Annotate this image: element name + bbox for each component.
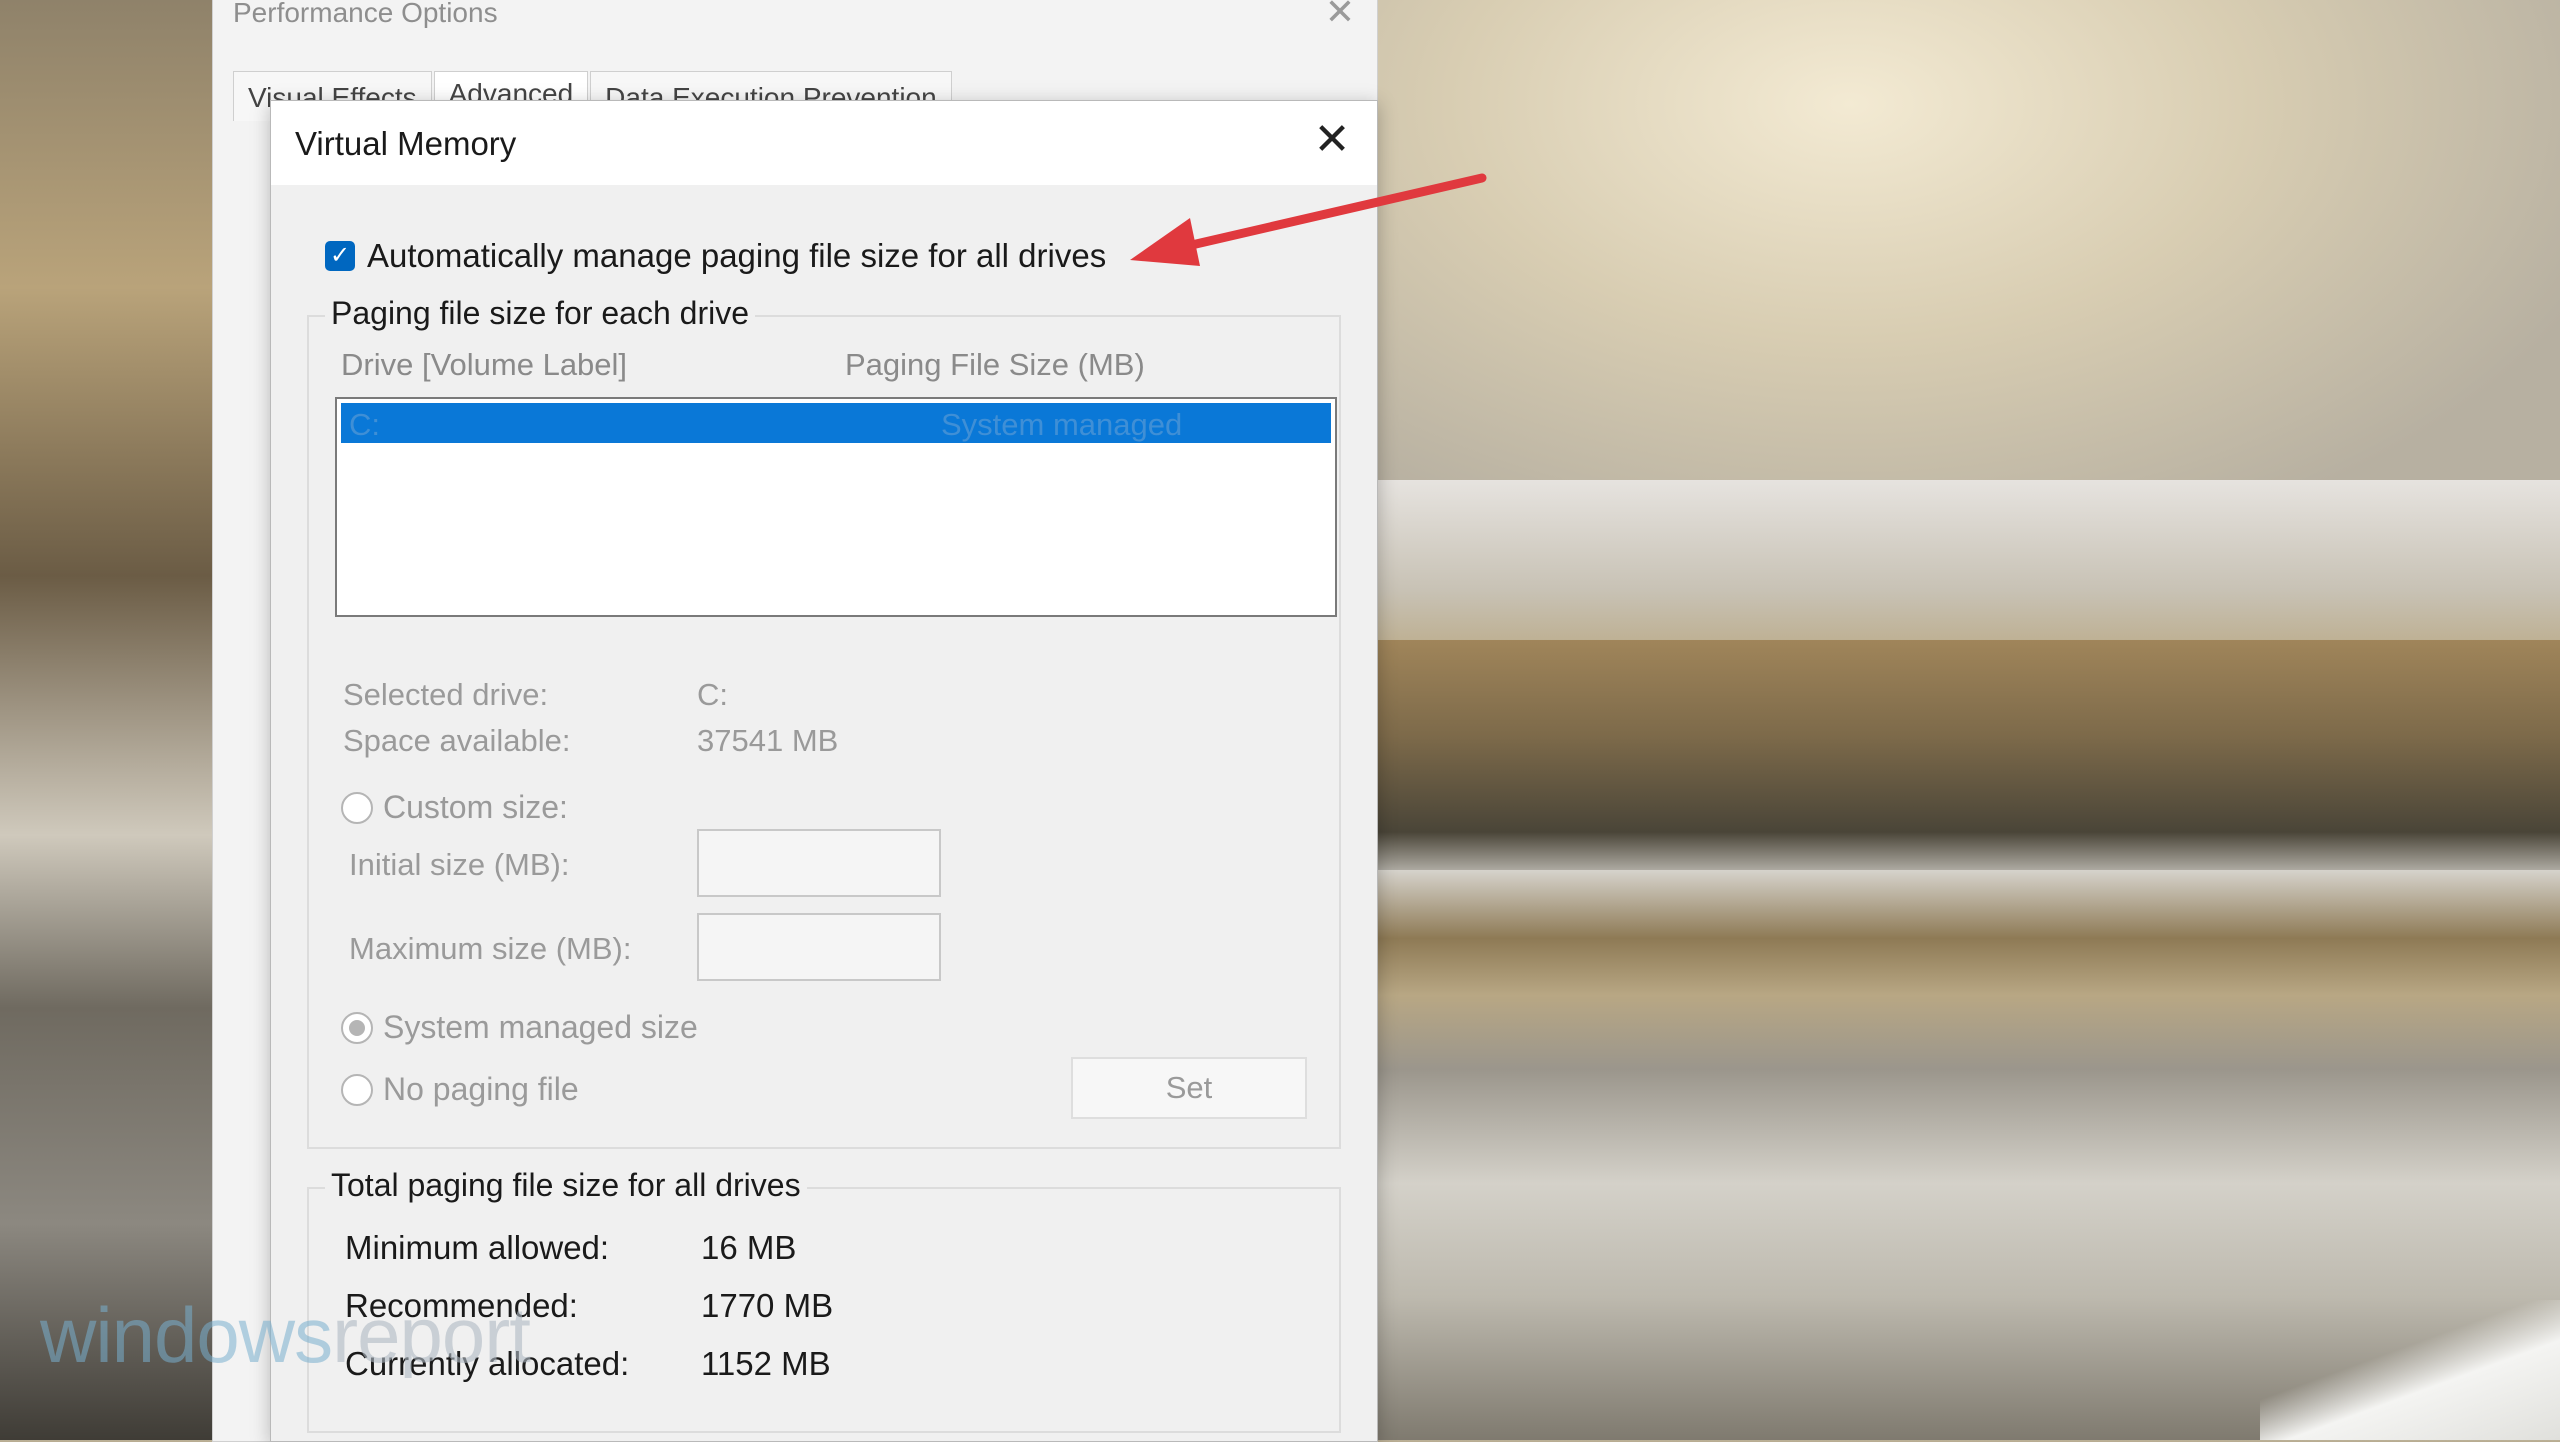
virtual-memory-dialog: Virtual Memory ✕ ✓ Automatically manage …	[270, 100, 1378, 1442]
wallpaper-trees	[1376, 640, 2560, 880]
auto-manage-checkbox[interactable]: ✓	[325, 241, 355, 271]
wallpaper-sky	[1376, 0, 2560, 520]
minimum-allowed-value: 16 MB	[701, 1229, 797, 1266]
system-managed-label: System managed size	[383, 1009, 698, 1045]
close-icon[interactable]: ✕	[1325, 0, 1355, 33]
wallpaper-landscape	[1376, 0, 2560, 1440]
custom-size-radio[interactable]	[341, 791, 373, 824]
drive-column-header: Drive [Volume Label]	[341, 347, 628, 382]
auto-manage-row[interactable]: ✓ Automatically manage paging file size …	[325, 237, 1106, 275]
system-managed-option[interactable]: System managed size	[341, 1009, 698, 1046]
no-paging-option[interactable]: No paging file	[341, 1071, 579, 1108]
total-group-title: Total paging file size for all drives	[325, 1167, 807, 1204]
drive-letter: C:	[349, 407, 380, 442]
selected-drive-value: C:	[697, 677, 728, 712]
custom-size-option[interactable]: Custom size:	[341, 789, 568, 826]
auto-manage-label[interactable]: Automatically manage paging file size fo…	[367, 237, 1106, 275]
dialog-title: Virtual Memory	[295, 125, 517, 162]
selected-drive-label: Selected drive:	[343, 677, 549, 712]
watermark-part-1: windows	[40, 1291, 333, 1379]
size-column-header: Paging File Size (MB)	[845, 347, 1145, 382]
maximum-size-input[interactable]	[697, 913, 941, 981]
space-available-value: 37541 MB	[697, 723, 839, 758]
drive-paging-size: System managed	[941, 407, 1183, 442]
list-item[interactable]: C: System managed	[341, 403, 1331, 443]
maximum-size-label: Maximum size (MB):	[349, 931, 632, 966]
watermark: windowsreport	[40, 1290, 531, 1381]
minimum-allowed-label: Minimum allowed:	[345, 1229, 610, 1266]
checkmark-icon: ✓	[329, 242, 351, 269]
watermark-part-2: report	[332, 1291, 531, 1379]
space-available-label: Space available:	[343, 723, 571, 758]
initial-size-label: Initial size (MB):	[349, 847, 570, 882]
wallpaper-left	[0, 0, 212, 1440]
system-managed-radio[interactable]	[341, 1011, 373, 1044]
performance-options-title: Performance Options	[233, 0, 498, 28]
wallpaper-shore	[2260, 1300, 2560, 1440]
no-paging-radio[interactable]	[341, 1073, 373, 1106]
no-paging-label: No paging file	[383, 1071, 579, 1107]
set-button[interactable]: Set	[1071, 1057, 1307, 1119]
paging-group-title: Paging file size for each drive	[325, 295, 755, 332]
initial-size-input[interactable]	[697, 829, 941, 897]
currently-allocated-value: 1152 MB	[701, 1345, 831, 1382]
custom-size-label: Custom size:	[383, 789, 568, 825]
red-arrow-annotation	[1130, 173, 1487, 266]
close-icon[interactable]: ✕	[1307, 115, 1357, 165]
drive-listbox[interactable]: C: System managed	[335, 397, 1337, 617]
recommended-value: 1770 MB	[701, 1287, 834, 1324]
